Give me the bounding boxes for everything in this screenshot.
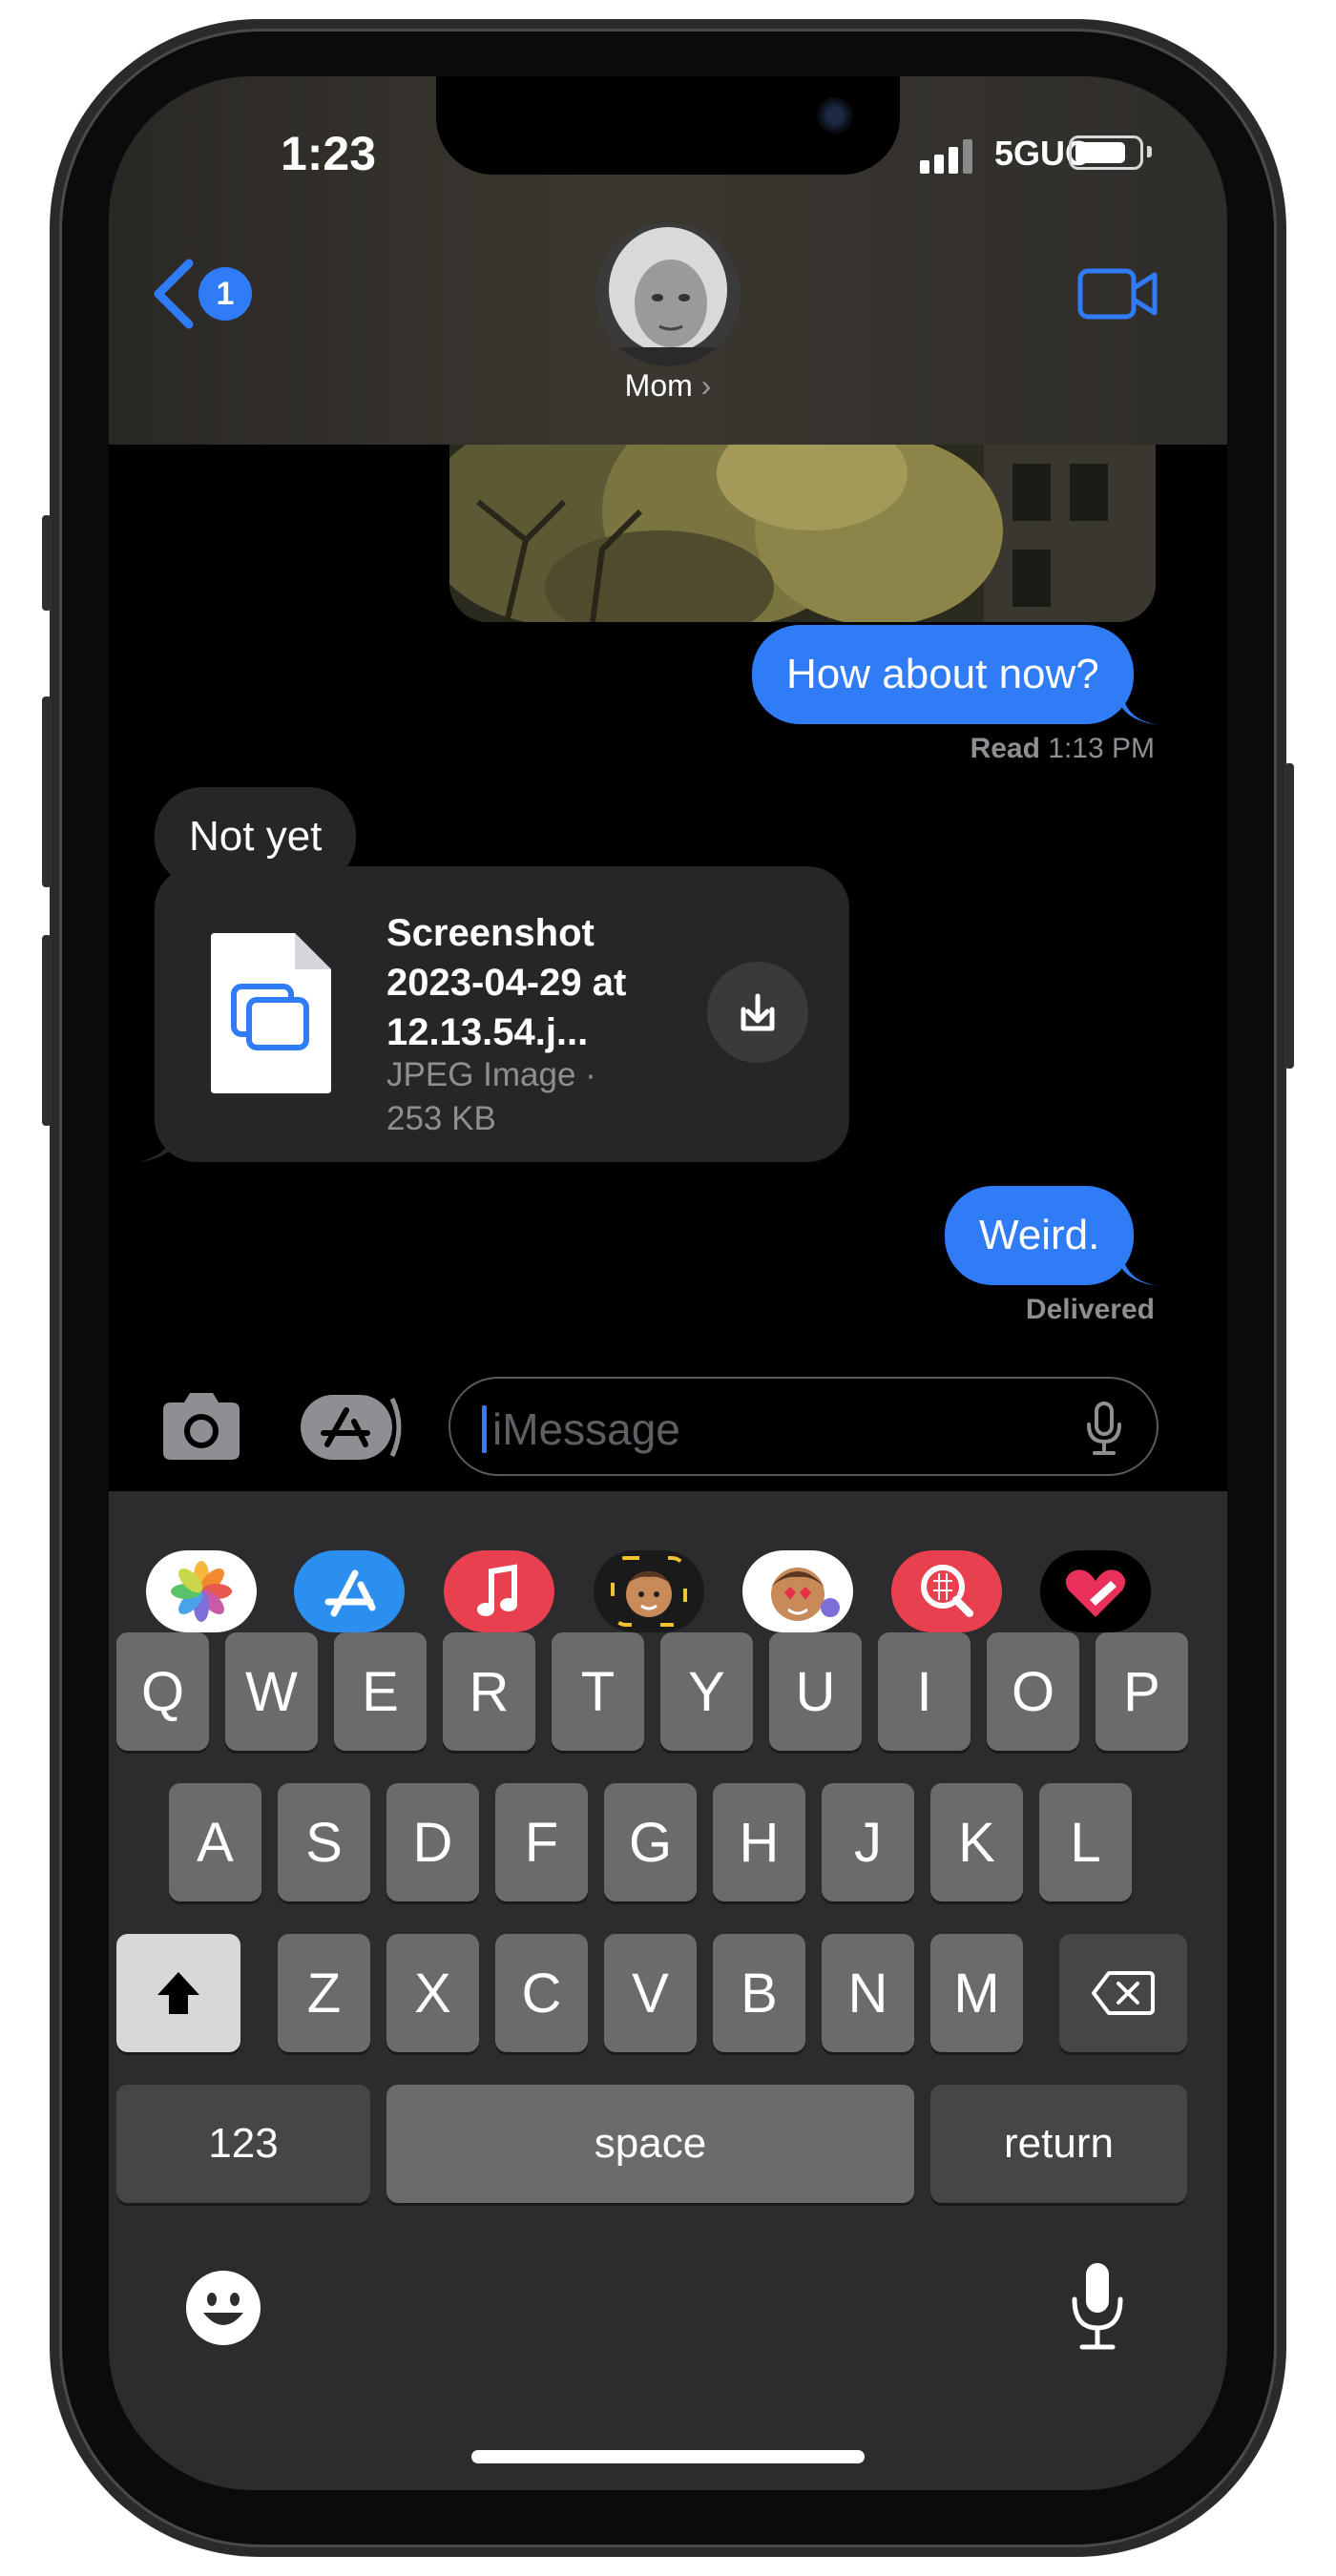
key-i[interactable]: I	[878, 1632, 971, 1751]
sent-message-bubble[interactable]: How about now?	[752, 625, 1134, 724]
volume-down-button	[42, 935, 52, 1126]
shift-arrow-icon	[157, 1972, 199, 2014]
digital-touch-app-icon[interactable]	[1040, 1550, 1151, 1632]
key-a[interactable]: A	[169, 1783, 261, 1901]
app-store-drawer-button[interactable]	[301, 1389, 404, 1465]
key-k[interactable]: K	[930, 1783, 1023, 1901]
bubble-tail	[137, 1120, 176, 1162]
file-attachment-bubble[interactable]: Screenshot 2023-04-29 at 12.13.54.j... J…	[155, 866, 849, 1162]
image-search-app-icon[interactable]	[891, 1550, 1002, 1632]
emoji-smiley-icon	[186, 2271, 261, 2345]
key-v[interactable]: V	[604, 1934, 697, 2052]
key-y[interactable]: Y	[660, 1632, 753, 1751]
message-text: Weird.	[979, 1212, 1100, 1258]
key-q[interactable]: Q	[116, 1632, 209, 1751]
text-cursor	[482, 1405, 487, 1453]
memoji-app-icon[interactable]	[594, 1550, 704, 1632]
photo-message[interactable]	[449, 445, 1156, 622]
document-icon	[211, 933, 331, 1093]
photos-app-icon[interactable]	[146, 1550, 257, 1632]
microphone-icon	[1087, 1402, 1121, 1455]
key-p[interactable]: P	[1096, 1632, 1188, 1751]
read-label: Read	[970, 733, 1040, 764]
key-b[interactable]: B	[713, 1934, 805, 2052]
key-z[interactable]: Z	[278, 1934, 370, 2052]
return-key[interactable]: return	[930, 2085, 1187, 2203]
key-r[interactable]: R	[443, 1632, 535, 1751]
camera-icon	[163, 1393, 240, 1460]
key-s[interactable]: S	[278, 1783, 370, 1901]
emoji-keyboard-button[interactable]	[184, 2269, 262, 2347]
key-x[interactable]: X	[386, 1934, 479, 2052]
key-e[interactable]: E	[334, 1632, 427, 1751]
numbers-key[interactable]: 123	[116, 2085, 370, 2203]
dictation-mic-button[interactable]	[1067, 2261, 1128, 2353]
facetime-video-button[interactable]	[1075, 258, 1162, 330]
app-store-app-icon[interactable]	[294, 1550, 405, 1632]
key-j[interactable]: J	[822, 1783, 914, 1901]
key-m[interactable]: M	[930, 1934, 1023, 2052]
key-f[interactable]: F	[495, 1783, 588, 1901]
key-n[interactable]: N	[822, 1934, 914, 2052]
key-w[interactable]: W	[225, 1632, 318, 1751]
status-time: 1:23	[280, 127, 377, 180]
key-h[interactable]: H	[713, 1783, 805, 1901]
bubble-tail	[1122, 1248, 1160, 1286]
back-button[interactable]: 1	[151, 258, 256, 330]
contact-name-label: Mom	[624, 368, 693, 403]
imessage-input[interactable]: iMessage	[449, 1377, 1159, 1476]
key-o[interactable]: O	[987, 1632, 1079, 1751]
video-camera-icon	[1077, 268, 1158, 320]
download-icon	[741, 993, 775, 1031]
message-text: Not yet	[189, 813, 323, 860]
chevron-right-icon: ›	[700, 368, 712, 403]
camera-button[interactable]	[157, 1389, 245, 1465]
memoji-stickers-app-icon[interactable]	[742, 1550, 853, 1632]
home-indicator[interactable]	[471, 2450, 865, 2463]
status-icons: 5GUC	[920, 134, 1168, 181]
music-app-icon[interactable]	[444, 1550, 554, 1632]
front-camera	[817, 97, 853, 134]
notch	[436, 76, 900, 175]
message-text: How about now?	[786, 651, 1099, 697]
download-button[interactable]	[707, 962, 808, 1063]
delivered-status: Delivered	[1025, 1294, 1155, 1325]
chevron-left-icon	[154, 259, 194, 329]
sent-message-bubble[interactable]: Weird.	[945, 1186, 1135, 1285]
battery-icon	[1069, 135, 1143, 170]
delete-key[interactable]	[1059, 1934, 1187, 2052]
battery-tip	[1147, 146, 1152, 157]
key-g[interactable]: G	[604, 1783, 697, 1901]
key-c[interactable]: C	[495, 1934, 588, 2052]
screen: How about now? Read 1:13 PM Not yet Scre…	[109, 76, 1227, 2490]
read-time: 1:13 PM	[1048, 733, 1155, 764]
unread-badge: 1	[198, 267, 252, 321]
key-d[interactable]: D	[386, 1783, 479, 1901]
volume-up-button	[42, 696, 52, 887]
attachment-file-name: Screenshot 2023-04-29 at 12.13.54.j...	[386, 912, 627, 1053]
side-button	[1284, 763, 1294, 1069]
mute-switch	[42, 515, 52, 611]
contact-avatar[interactable]	[596, 223, 740, 366]
read-receipt: Read 1:13 PM	[834, 733, 1155, 765]
app-store-icon	[301, 1395, 402, 1460]
key-l[interactable]: L	[1039, 1783, 1132, 1901]
microphone-icon	[1072, 2263, 1123, 2350]
shift-key[interactable]	[116, 1934, 240, 2052]
attachment-file-info: JPEG Image · 253 KB	[386, 1056, 596, 1137]
key-t[interactable]: T	[552, 1632, 644, 1751]
key-u[interactable]: U	[769, 1632, 862, 1751]
contact-name[interactable]: Mom ›	[573, 368, 763, 410]
dictation-button[interactable]	[1080, 1402, 1128, 1455]
space-key[interactable]: space	[386, 2085, 914, 2203]
photo-thumbnail	[449, 445, 1156, 622]
delete-backspace-icon	[1092, 1971, 1155, 2015]
avatar-photo	[596, 223, 740, 366]
input-placeholder: iMessage	[492, 1404, 680, 1454]
bubble-tail	[1122, 687, 1160, 725]
